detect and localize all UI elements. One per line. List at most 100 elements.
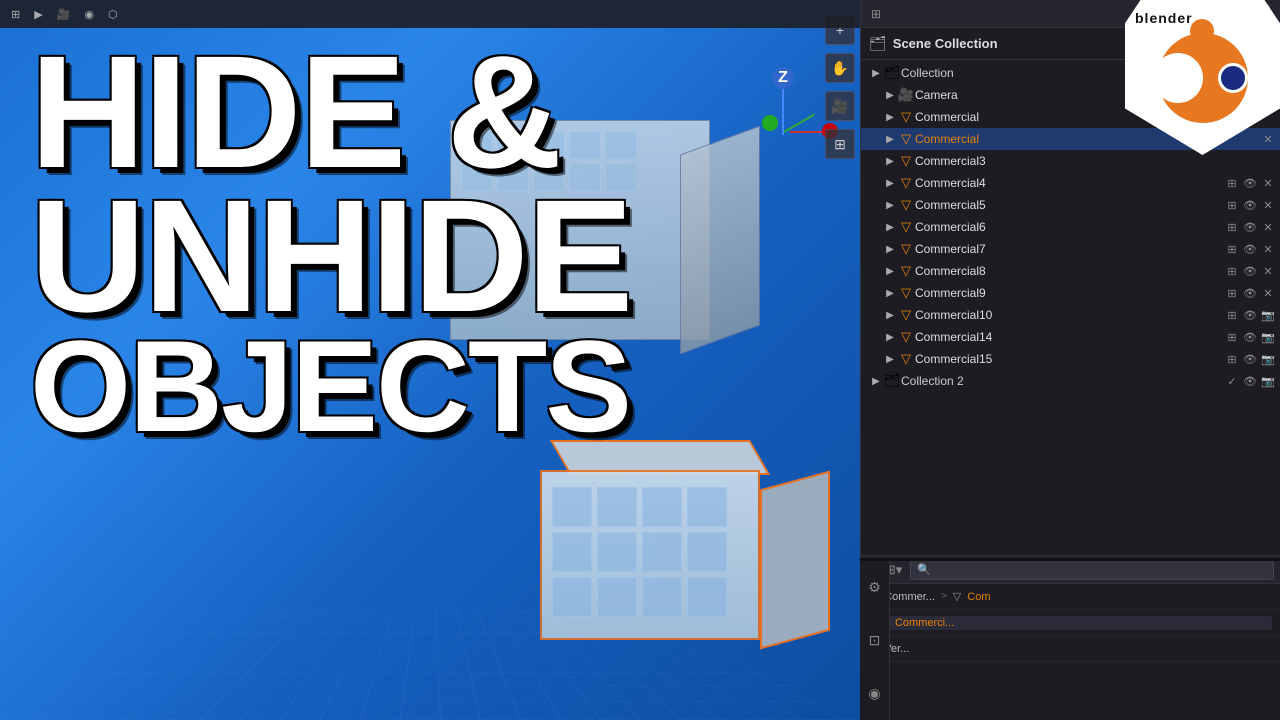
props-object-value[interactable]: Commerci... bbox=[889, 616, 1272, 630]
commercial10-eye-icon[interactable]: 👁 bbox=[1242, 309, 1258, 322]
commercial5-grid-icon[interactable]: ⊞ bbox=[1224, 199, 1240, 212]
tree-label-commercial14: Commercial14 bbox=[915, 330, 1224, 344]
tree-arrow-commercial10: ▶ bbox=[883, 310, 897, 321]
commercial8-x-icon[interactable]: ✕ bbox=[1260, 265, 1276, 278]
tree-item-commercial7[interactable]: ▶ ▽ Commercial7 ⊞ 👁 ✕ bbox=[861, 238, 1280, 260]
commercial5-x-icon[interactable]: ✕ bbox=[1260, 199, 1276, 212]
commercial15-eye-icon[interactable]: 👁 bbox=[1242, 353, 1258, 366]
commercial7-actions: ⊞ 👁 ✕ bbox=[1224, 243, 1276, 256]
camera-view-button[interactable]: 🎥 bbox=[825, 91, 855, 121]
commercial4-x-icon[interactable]: ✕ bbox=[1260, 177, 1276, 190]
tree-item-commercial9[interactable]: ▶ ▽ Commercial9 ⊞ 👁 ✕ bbox=[861, 282, 1280, 304]
building-windows bbox=[552, 487, 727, 617]
breadcrumb-item-2[interactable]: Com bbox=[967, 591, 990, 603]
commercial6-grid-icon[interactable]: ⊞ bbox=[1224, 221, 1240, 234]
commercial6-x-icon[interactable]: ✕ bbox=[1260, 221, 1276, 234]
tree-arrow-commercial15: ▶ bbox=[883, 354, 897, 365]
tree-item-commercial5[interactable]: ▶ ▽ Commercial5 ⊞ 👁 ✕ bbox=[861, 194, 1280, 216]
viewport-right-toolbar: + ✋ 🎥 ⊞ bbox=[820, 15, 860, 159]
commercial9-eye-icon[interactable]: 👁 bbox=[1242, 287, 1258, 300]
tree-arrow-commercial4: ▶ bbox=[883, 178, 897, 189]
collection2-check-icon[interactable]: ✓ bbox=[1224, 375, 1240, 388]
tree-arrow-collection2: ▶ bbox=[869, 376, 883, 387]
side-icon-material[interactable]: ◉ bbox=[868, 685, 880, 702]
building-selected-side bbox=[760, 471, 830, 650]
side-icon-tools[interactable]: ⚙ bbox=[868, 579, 881, 596]
viewport-area[interactable]: ⊞ ▶ 🎥 ◉ ⬡ bbox=[0, 0, 860, 720]
tree-item-commercial10[interactable]: ▶ ▽ Commercial10 ⊞ 👁 📷 bbox=[861, 304, 1280, 326]
commercial5-eye-icon[interactable]: 👁 bbox=[1242, 199, 1258, 212]
viewport-toolbar-top: ⊞ ▶ 🎥 ◉ ⬡ bbox=[0, 0, 860, 28]
toolbar-icon-2[interactable]: ▶ bbox=[29, 6, 47, 23]
commercial15-actions: ⊞ 👁 📷 bbox=[1224, 353, 1276, 366]
commercial8-grid-icon[interactable]: ⊞ bbox=[1224, 265, 1240, 278]
toolbar-icon-3[interactable]: 🎥 bbox=[52, 6, 76, 23]
commercial3-icon: ▽ bbox=[897, 153, 915, 169]
commercial14-icon: ▽ bbox=[897, 329, 915, 345]
axis-z-label: Z bbox=[772, 67, 794, 89]
tree-label-commercial9: Commercial9 bbox=[915, 286, 1224, 300]
commercial7-eye-icon[interactable]: 👁 bbox=[1242, 243, 1258, 256]
tree-arrow-commercial6: ▶ bbox=[883, 222, 897, 233]
side-icon-object[interactable]: ⊡ bbox=[869, 632, 881, 649]
tree-item-collection2[interactable]: ▶ 🗂 Collection 2 ✓ 👁 📷 bbox=[861, 370, 1280, 392]
tree-item-commercial15[interactable]: ▶ ▽ Commercial15 ⊞ 👁 📷 bbox=[861, 348, 1280, 370]
commercial9-x-icon[interactable]: ✕ bbox=[1260, 287, 1276, 300]
commercial15-cam-icon[interactable]: 📷 bbox=[1260, 353, 1276, 366]
commercial10-actions: ⊞ 👁 📷 bbox=[1224, 309, 1276, 322]
tree-item-commercial14[interactable]: ▶ ▽ Commercial14 ⊞ 👁 📷 bbox=[861, 326, 1280, 348]
commercial4-actions: ⊞ 👁 ✕ bbox=[1224, 177, 1276, 190]
tree-arrow-commercial2: ▶ bbox=[883, 134, 897, 145]
building-front-face bbox=[540, 470, 760, 640]
commercial4-grid-icon[interactable]: ⊞ bbox=[1224, 177, 1240, 190]
commercial14-grid-icon[interactable]: ⊞ bbox=[1224, 331, 1240, 344]
commercial7-x-icon[interactable]: ✕ bbox=[1260, 243, 1276, 256]
toolbar-icon-5[interactable]: ⬡ bbox=[103, 6, 123, 23]
commercial10-grid-icon[interactable]: ⊞ bbox=[1224, 309, 1240, 322]
commercial9-icon: ▽ bbox=[897, 285, 915, 301]
breadcrumb-row: ⊡ Commer... > ▽ Com bbox=[861, 584, 1280, 610]
commercial2-icon: ▽ bbox=[897, 131, 915, 147]
tree-item-commercial8[interactable]: ▶ ▽ Commercial8 ⊞ 👁 ✕ bbox=[861, 260, 1280, 282]
commercial15-grid-icon[interactable]: ⊞ bbox=[1224, 353, 1240, 366]
collection2-actions: ✓ 👁 📷 bbox=[1224, 375, 1276, 388]
tree-label-commercial10: Commercial10 bbox=[915, 308, 1224, 322]
search-icon: 🔍 bbox=[917, 563, 931, 576]
commercial14-cam-icon[interactable]: 📷 bbox=[1260, 331, 1276, 344]
commercial9-grid-icon[interactable]: ⊞ bbox=[1224, 287, 1240, 300]
tree-arrow-collection: ▶ bbox=[869, 68, 883, 79]
commercial6-actions: ⊞ 👁 ✕ bbox=[1224, 221, 1276, 234]
collection2-eye-icon[interactable]: 👁 bbox=[1242, 375, 1258, 388]
toolbar-icon-4[interactable]: ◉ bbox=[79, 6, 99, 23]
grid-view-button[interactable]: ⊞ bbox=[825, 129, 855, 159]
tree-arrow-commercial8: ▶ bbox=[883, 266, 897, 277]
side-icons-panel: ⚙ ⊡ ◉ bbox=[860, 560, 890, 720]
breadcrumb-item-1[interactable]: Commer... bbox=[884, 591, 935, 603]
tree-label-collection2: Collection 2 bbox=[901, 374, 1224, 388]
commercial7-icon: ▽ bbox=[897, 241, 915, 257]
commercial14-eye-icon[interactable]: 👁 bbox=[1242, 331, 1258, 344]
commercial8-eye-icon[interactable]: 👁 bbox=[1242, 265, 1258, 278]
tree-arrow-commercial5: ▶ bbox=[883, 200, 897, 211]
tree-item-commercial4[interactable]: ▶ ▽ Commercial4 ⊞ 👁 ✕ bbox=[861, 172, 1280, 194]
title-line-2: UNHIDE bbox=[30, 184, 730, 328]
collection2-icon: 🗂 bbox=[883, 373, 901, 389]
commercial6-icon: ▽ bbox=[897, 219, 915, 235]
collection2-cam-icon[interactable]: 📷 bbox=[1260, 375, 1276, 388]
collection-icon: 🗂 bbox=[883, 65, 901, 81]
tree-label-commercial4: Commercial4 bbox=[915, 176, 1224, 190]
pan-button[interactable]: ✋ bbox=[825, 53, 855, 83]
toolbar-icon-1[interactable]: ⊞ bbox=[6, 6, 25, 23]
tree-item-commercial6[interactable]: ▶ ▽ Commercial6 ⊞ 👁 ✕ bbox=[861, 216, 1280, 238]
breadcrumb-arrow-icon: > bbox=[941, 591, 947, 602]
commercial4-eye-icon[interactable]: 👁 bbox=[1242, 177, 1258, 190]
commercial6-eye-icon[interactable]: 👁 bbox=[1242, 221, 1258, 234]
commercial9-actions: ⊞ 👁 ✕ bbox=[1224, 287, 1276, 300]
commercial10-cam-icon[interactable]: 📷 bbox=[1260, 309, 1276, 322]
tree-label-commercial5: Commercial5 bbox=[915, 198, 1224, 212]
building-selected bbox=[540, 470, 840, 670]
commercial15-icon: ▽ bbox=[897, 351, 915, 367]
commercial7-grid-icon[interactable]: ⊞ bbox=[1224, 243, 1240, 256]
props-search-box[interactable]: 🔍 bbox=[910, 560, 1274, 580]
tree-arrow-commercial3: ▶ bbox=[883, 156, 897, 167]
